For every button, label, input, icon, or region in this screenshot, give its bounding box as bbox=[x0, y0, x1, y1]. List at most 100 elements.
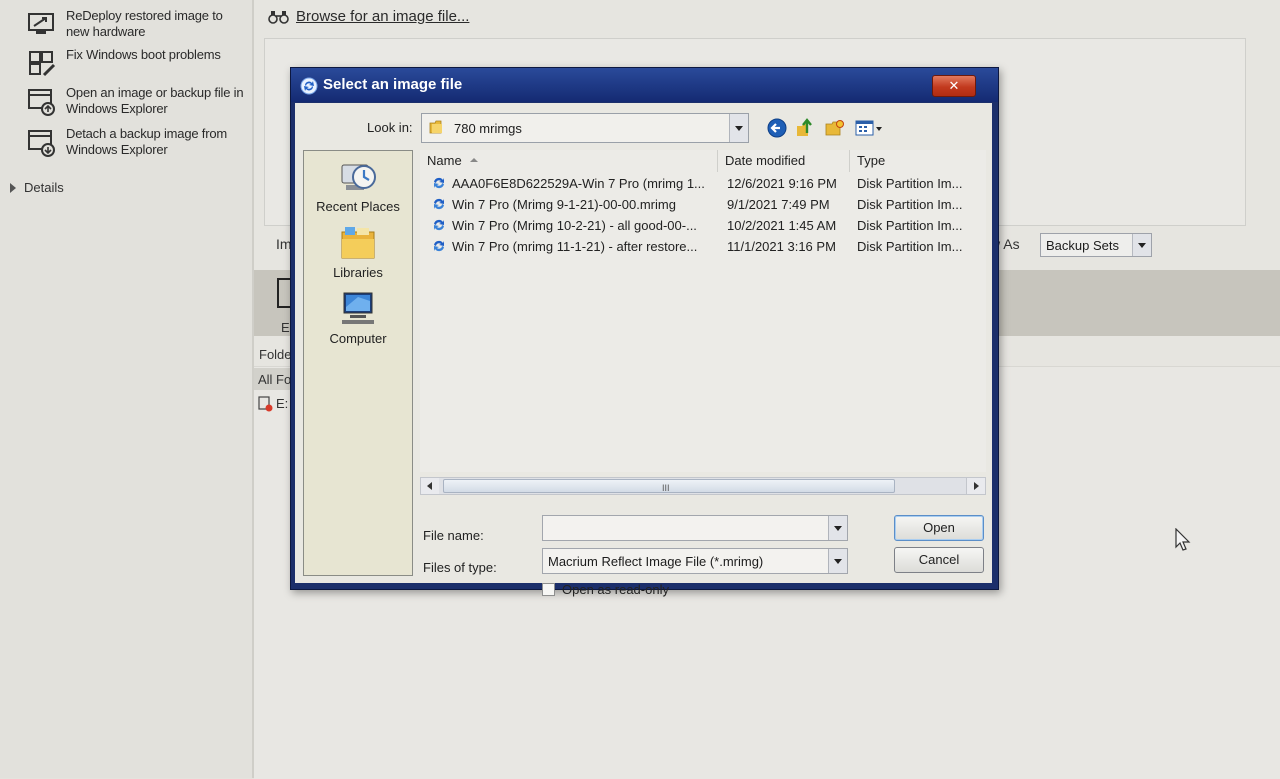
close-button[interactable]: ✕ bbox=[932, 75, 976, 97]
column-header-name[interactable]: Name bbox=[420, 150, 718, 172]
libraries-icon bbox=[341, 227, 375, 259]
column-header-date[interactable]: Date modified bbox=[718, 150, 850, 172]
partial-label-folder: Folde bbox=[259, 347, 292, 362]
file-type: Disk Partition Im... bbox=[857, 176, 963, 191]
view-as-select[interactable]: Backup Sets bbox=[1040, 233, 1152, 257]
place-libraries[interactable]: Libraries bbox=[304, 223, 412, 280]
detach-image-icon bbox=[28, 130, 55, 157]
macrium-reflect-icon bbox=[300, 77, 318, 95]
file-name-label: File name: bbox=[423, 528, 484, 543]
select-image-dialog: Select an image file ✕ Look in: 780 mrim… bbox=[290, 67, 999, 597]
scroll-left-button[interactable] bbox=[421, 478, 439, 494]
file-date: 9/1/2021 7:49 PM bbox=[727, 197, 830, 212]
binoculars-icon bbox=[268, 10, 289, 24]
place-recent[interactable]: Recent Places bbox=[304, 157, 412, 214]
left-task-pane: ReDeploy restored image to new hardware … bbox=[0, 0, 254, 778]
chevron-down-icon[interactable] bbox=[729, 114, 748, 142]
files-of-type-combo[interactable]: Macrium Reflect Image File (*.mrimg) bbox=[542, 548, 848, 574]
mrimg-file-icon bbox=[434, 198, 444, 210]
up-folder-icon[interactable] bbox=[794, 117, 816, 139]
browse-link-label: Browse for an image file... bbox=[296, 8, 470, 25]
column-name-label: Name bbox=[427, 153, 462, 168]
browse-image-link[interactable]: Browse for an image file... bbox=[268, 8, 469, 25]
task-redeploy-label: ReDeploy restored image to new hardware bbox=[66, 8, 223, 39]
file-row[interactable]: AAA0F6E8D622529A-Win 7 Pro (mrimg 1... 1… bbox=[420, 173, 986, 194]
readonly-checkbox[interactable] bbox=[542, 583, 555, 596]
horizontal-scrollbar[interactable]: III bbox=[420, 477, 986, 495]
place-libraries-label: Libraries bbox=[333, 265, 383, 280]
place-computer[interactable]: Computer bbox=[304, 289, 412, 346]
drive-error-icon bbox=[258, 396, 273, 412]
file-row[interactable]: Win 7 Pro (mrimg 11-1-21) - after restor… bbox=[420, 236, 986, 257]
back-icon[interactable] bbox=[766, 117, 788, 139]
file-type: Disk Partition Im... bbox=[857, 197, 963, 212]
file-name: Win 7 Pro (Mrimg 9-1-21)-00-00.mrimg bbox=[452, 197, 676, 212]
readonly-label: Open as read-only bbox=[562, 582, 669, 597]
file-list: Name Date modified Type AAA0F6E8D622529A… bbox=[420, 150, 986, 472]
partial-label-all-folders: All Fo bbox=[258, 372, 292, 387]
file-row[interactable]: Win 7 Pro (Mrimg 10-2-21) - all good-00-… bbox=[420, 215, 986, 236]
open-image-icon bbox=[28, 89, 55, 116]
file-name: Win 7 Pro (Mrimg 10-2-21) - all good-00-… bbox=[452, 218, 697, 233]
places-bar: Recent Places Libraries Computer bbox=[303, 150, 413, 576]
details-label: Details bbox=[24, 180, 64, 195]
chevron-down-icon[interactable] bbox=[828, 549, 847, 573]
look-in-value: 780 mrimgs bbox=[454, 121, 522, 136]
arrow-left-icon bbox=[427, 482, 432, 490]
file-date: 11/1/2021 3:16 PM bbox=[727, 239, 836, 254]
dialog-title: Select an image file bbox=[323, 76, 463, 93]
expand-triangle-icon bbox=[10, 183, 16, 193]
recent-places-icon bbox=[341, 164, 376, 190]
column-header-type[interactable]: Type bbox=[850, 150, 986, 172]
partial-label-e: E bbox=[281, 320, 290, 335]
look-in-label: Look in: bbox=[367, 120, 413, 135]
file-row[interactable]: Win 7 Pro (Mrimg 9-1-21)-00-00.mrimg 9/1… bbox=[420, 194, 986, 215]
place-recent-label: Recent Places bbox=[316, 199, 400, 214]
partial-label-drive: E: bbox=[276, 396, 289, 411]
file-type: Disk Partition Im... bbox=[857, 218, 963, 233]
column-type-label: Type bbox=[857, 153, 886, 168]
scrollbar-thumb[interactable]: III bbox=[443, 479, 895, 493]
scrollbar-grip: III bbox=[662, 483, 670, 493]
boot-repair-icon bbox=[29, 51, 56, 77]
task-fix-boot[interactable]: Fix Windows boot problems bbox=[26, 47, 246, 79]
files-of-type-value: Macrium Reflect Image File (*.mrimg) bbox=[548, 554, 764, 569]
file-date: 12/6/2021 9:16 PM bbox=[727, 176, 837, 191]
cancel-button[interactable]: Cancel bbox=[894, 547, 984, 573]
view-as-value: Backup Sets bbox=[1046, 238, 1119, 253]
sort-ascending-icon bbox=[469, 158, 478, 162]
look-in-combo[interactable]: 780 mrimgs bbox=[421, 113, 749, 143]
file-type: Disk Partition Im... bbox=[857, 239, 963, 254]
mrimg-file-icon bbox=[434, 177, 444, 189]
file-name: AAA0F6E8D622529A-Win 7 Pro (mrimg 1... bbox=[452, 176, 705, 191]
arrow-right-icon bbox=[974, 482, 979, 490]
file-name: Win 7 Pro (mrimg 11-1-21) - after restor… bbox=[452, 239, 698, 254]
task-detach-image-label: Detach a backup image from Windows Explo… bbox=[66, 126, 227, 157]
open-button[interactable]: Open bbox=[894, 515, 984, 541]
redeploy-icon bbox=[28, 13, 54, 34]
task-redeploy[interactable]: ReDeploy restored image to new hardware bbox=[26, 8, 246, 40]
column-date-label: Date modified bbox=[725, 153, 806, 168]
scroll-right-button[interactable] bbox=[966, 478, 985, 494]
details-expander[interactable]: Details bbox=[10, 180, 64, 195]
mouse-cursor-icon bbox=[1175, 528, 1191, 551]
new-folder-icon[interactable] bbox=[824, 117, 846, 139]
view-menu-icon[interactable] bbox=[854, 117, 884, 139]
task-open-image-label: Open an image or backup file in Windows … bbox=[66, 85, 244, 116]
folder-icon bbox=[429, 120, 442, 134]
task-fix-boot-label: Fix Windows boot problems bbox=[66, 47, 221, 62]
task-open-image[interactable]: Open an image or backup file in Windows … bbox=[26, 85, 246, 117]
place-computer-label: Computer bbox=[329, 331, 387, 346]
files-of-type-label: Files of type: bbox=[423, 560, 497, 575]
chevron-down-icon[interactable] bbox=[1132, 234, 1151, 256]
dialog-body: Look in: 780 mrimgs Recent Places Librar… bbox=[295, 103, 992, 597]
chevron-down-icon[interactable] bbox=[828, 516, 847, 540]
dialog-title-bar[interactable]: Select an image file ✕ bbox=[291, 68, 998, 102]
task-detach-image[interactable]: Detach a backup image from Windows Explo… bbox=[26, 126, 246, 158]
open-readonly-option[interactable]: Open as read-only bbox=[542, 582, 669, 597]
mrimg-file-icon bbox=[434, 240, 444, 252]
file-name-combo[interactable] bbox=[542, 515, 848, 541]
file-date: 10/2/2021 1:45 AM bbox=[727, 218, 837, 233]
mrimg-file-icon bbox=[434, 219, 444, 231]
computer-icon bbox=[342, 292, 374, 324]
